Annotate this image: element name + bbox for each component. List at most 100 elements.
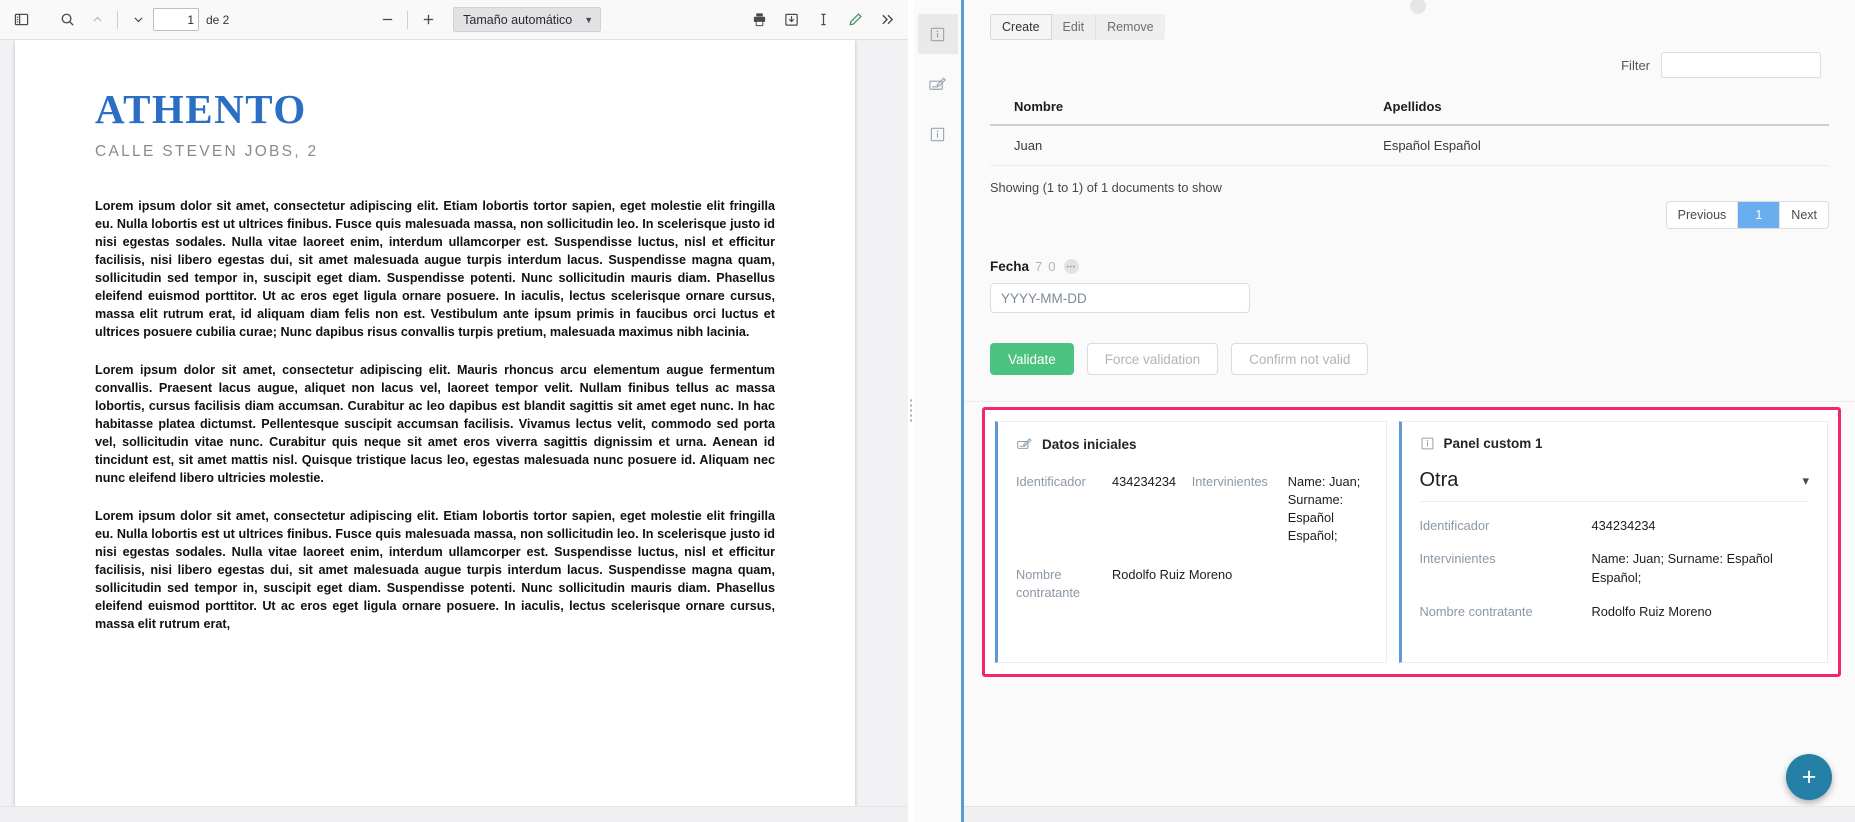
fecha-label: Fecha [990,259,1030,274]
cell-apellidos: Español Español [1359,125,1829,166]
rail-item-datos-iniciales[interactable] [918,64,958,104]
document-body: Lorem ipsum dolor sit amet, consectetur … [95,197,775,633]
field-intervinientes: Intervinientes Name: Juan; Surname: Espa… [1420,549,1810,587]
field-nombre-contratante: Nombre contratante Rodolfo Ruiz Moreno [1420,602,1810,621]
field-value: Name: Juan; Surname: Español Español; [1591,551,1773,586]
filter-input[interactable] [1661,52,1821,78]
zoom-divider [407,10,409,29]
field-key: Nombre contratante [1419,603,1533,619]
document-paragraph: Lorem ipsum dolor sit amet, consectetur … [95,509,775,632]
field-value: 434234234 [1112,474,1177,489]
double-chevron-right-icon[interactable] [872,6,902,34]
fecha-count-a: 7 [1035,259,1043,274]
panel-rail [914,0,964,822]
document-paragraph: Lorem ipsum dolor sit amet, consectetur … [95,363,775,486]
zoom-level-value: Tamaño automático [463,12,573,27]
field-value: Name: Juan; Surname: Español Español; [1287,474,1361,544]
pagination-row: Previous 1 Next [990,201,1829,229]
pdf-toolbar: de 2 Tamaño automático ▼ [0,0,908,40]
section-divider [964,401,1855,402]
ellipsis-icon[interactable]: ⋯ [1063,259,1079,274]
chevron-down-icon[interactable] [123,6,153,34]
form-content: Create Edit Remove Filter Nombre Apellid… [964,0,1855,822]
add-button-fab[interactable]: + [1786,754,1832,800]
field-key: Identificador [1016,474,1086,489]
page-number-input[interactable] [153,8,199,31]
datos-iniciales-title: Datos iniciales [1042,437,1137,452]
document-logo: ATHENTO [95,86,307,132]
download-icon[interactable] [776,6,806,34]
page-1-button[interactable]: 1 [1738,202,1781,228]
pdf-page-1: ATHENTO CALLE STEVEN JOBS, 2 Lorem ipsum… [15,40,855,822]
group-selector-value: Otra [1419,469,1459,491]
chevron-up-icon[interactable] [82,6,112,34]
field-key: Intervinientes [1191,474,1268,489]
text-cursor-icon[interactable] [808,6,838,34]
documents-table: Nombre Apellidos Juan Español Español [990,90,1829,166]
field-intervinientes: Intervinientes Name: Juan; Surname: Espa… [1192,473,1368,546]
search-icon[interactable] [52,6,82,34]
toolbar-divider [117,10,118,29]
chevron-down-icon: ▾ [1802,472,1809,488]
pdf-scroll-area[interactable]: ATHENTO CALLE STEVEN JOBS, 2 Lorem ipsum… [0,40,908,822]
previous-page-button[interactable]: Previous [1666,202,1739,228]
column-header-apellidos[interactable]: Apellidos [1359,90,1829,126]
related-documents-section: Create Edit Remove Filter Nombre Apellid… [964,0,1855,401]
cell-nombre: Juan [990,125,1360,166]
validation-buttons: Validate Force validation Confirm not va… [990,343,1829,401]
rail-item-panel-custom[interactable] [918,114,958,154]
datos-iniciales-row-1: Identificador 434234234 Intervinientes N… [1016,473,1368,546]
chevron-down-icon: ▼ [584,14,594,25]
fecha-input[interactable] [990,283,1250,313]
sidebar-toggle-icon[interactable] [6,6,36,34]
plus-icon: + [1801,762,1817,791]
force-validation-button[interactable]: Force validation [1086,343,1219,375]
custom-panel-icon [1420,436,1435,451]
table-row[interactable]: Juan Español Español [990,125,1829,166]
zoom-in-button[interactable] [413,6,443,34]
confirm-not-valid-button[interactable]: Confirm not valid [1231,343,1369,375]
initial-data-icon [1016,436,1033,453]
document-paragraph: Lorem ipsum dolor sit amet, consectetur … [95,199,775,340]
collapse-handle[interactable] [1409,0,1426,14]
next-page-button[interactable]: Next [1780,202,1828,228]
panels-highlight-region: Datos iniciales Identificador 434234234 … [982,407,1841,677]
panels-container: Datos iniciales Identificador 434234234 … [985,410,1838,674]
pen-icon[interactable] [840,6,870,34]
application-root: de 2 Tamaño automático ▼ [0,0,1855,822]
pagination: Previous 1 Next [1665,201,1829,229]
field-key: Identificador [1419,518,1490,533]
splitter-grip [909,398,913,424]
column-header-nombre[interactable]: Nombre [990,90,1360,126]
field-identificador: Identificador 434234234 [1016,473,1192,546]
datos-iniciales-header: Datos iniciales [1016,436,1368,453]
document-address: CALLE STEVEN JOBS, 2 [95,143,319,161]
field-value: Rodolfo Ruiz Moreno [1112,566,1233,582]
field-nombre-contratante: Nombre contratante Rodolfo Ruiz Moreno [1016,566,1368,602]
rail-item-info[interactable] [917,14,958,54]
crud-button-group: Create Edit Remove [990,14,1829,40]
print-icon[interactable] [744,6,774,34]
form-status-bar [964,806,1855,822]
field-value: Rodolfo Ruiz Moreno [1591,603,1712,619]
filter-label: Filter [1621,57,1650,73]
pdf-viewer-pane: de 2 Tamaño automático ▼ [0,0,908,822]
validate-button[interactable]: Validate [990,343,1074,375]
create-button[interactable]: Create [990,14,1052,40]
panel-custom-title: Panel custom 1 [1443,436,1543,451]
remove-button[interactable]: Remove [1096,14,1165,40]
zoom-out-button[interactable] [372,6,402,34]
fecha-count-b: 0 [1048,259,1056,274]
zoom-level-select[interactable]: Tamaño automático ▼ [453,7,602,32]
table-header-row: Nombre Apellidos [990,90,1829,126]
field-key: Intervinientes [1419,551,1496,567]
panel-custom-1: Panel custom 1 Otra ▾ Identificador 4342… [1398,421,1828,663]
datos-iniciales-panel: Datos iniciales Identificador 434234234 … [995,421,1387,663]
edit-button[interactable]: Edit [1051,14,1097,40]
filter-row: Filter [990,52,1829,78]
form-pane: Create Edit Remove Filter Nombre Apellid… [914,0,1855,822]
page-count-label: de 2 [206,12,230,27]
fecha-field-block: Fecha 7 0 ⋯ [990,259,1829,313]
field-identificador: Identificador 434234234 [1420,516,1810,535]
group-selector[interactable]: Otra ▾ [1419,469,1809,502]
